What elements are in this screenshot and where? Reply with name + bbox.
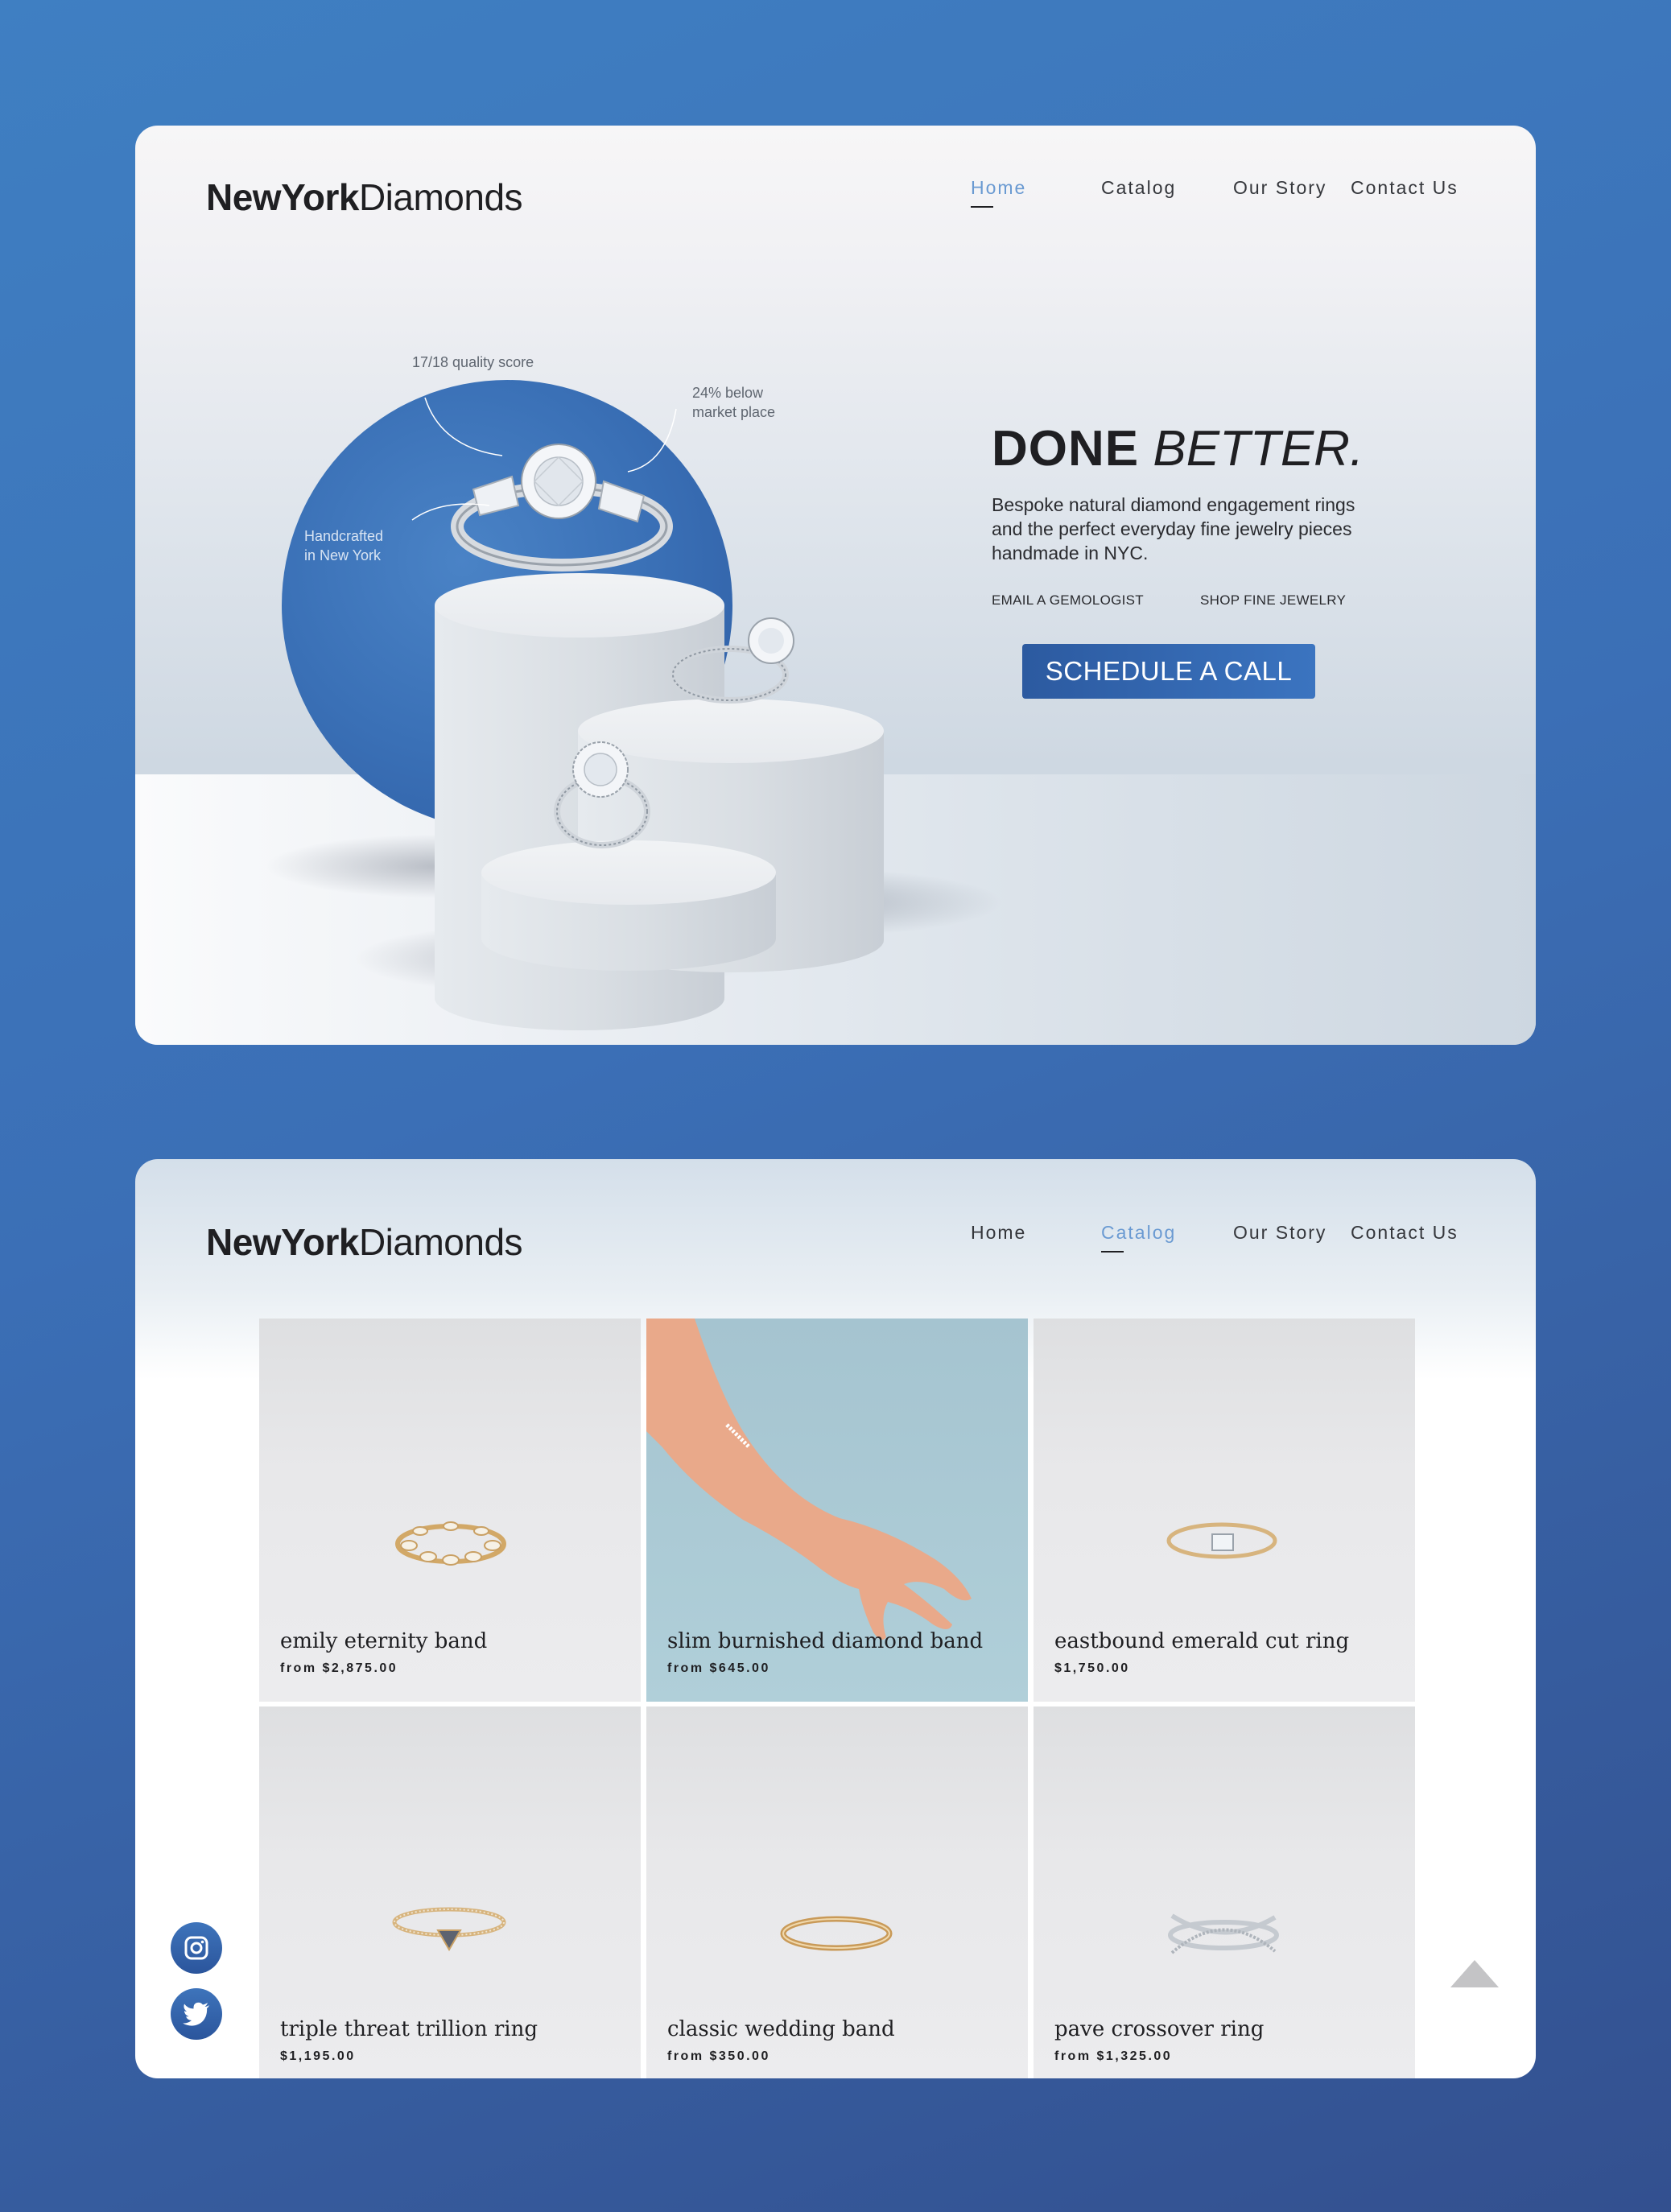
- product-name: eastbound emerald cut ring: [1054, 1629, 1350, 1653]
- headline-italic: BETTER.: [1153, 421, 1364, 477]
- callout-price-line2: market place: [692, 404, 776, 420]
- product-price: $1,195.00: [280, 2049, 356, 2063]
- product-price: from $1,325.00: [1054, 2049, 1173, 2063]
- hero-headline: DONE BETTER.: [992, 420, 1364, 477]
- callout-leader-lines: [411, 397, 677, 521]
- product-price: from $645.00: [667, 1661, 770, 1675]
- catalog-page-card: NewYorkDiamonds Home Catalog Our Story C…: [135, 1159, 1536, 2078]
- callout-price-line1: 24% below: [692, 385, 764, 401]
- product-card-emily-eternity-band[interactable]: emily eternity band from $2,875.00: [259, 1319, 641, 1702]
- brand-name-light: Diamonds: [358, 1221, 523, 1263]
- nav-home[interactable]: Home: [971, 1222, 1026, 1244]
- product-card-eastbound-emerald-cut-ring[interactable]: eastbound emerald cut ring $1,750.00: [1034, 1319, 1415, 1702]
- callout-craft-line2: in New York: [304, 547, 382, 563]
- product-name: pave crossover ring: [1054, 2017, 1265, 2041]
- nav-contact-us[interactable]: Contact Us: [1351, 1222, 1459, 1244]
- email-gemologist-link[interactable]: EMAIL A GEMOLOGIST: [992, 592, 1144, 609]
- nav-our-story[interactable]: Our Story: [1233, 1222, 1326, 1244]
- product-card-slim-burnished-diamond-band[interactable]: slim burnished diamond band from $645.00: [646, 1319, 1028, 1702]
- product-name: classic wedding band: [667, 2017, 895, 2041]
- headline-bold: DONE: [992, 421, 1140, 477]
- product-price: $1,750.00: [1054, 1661, 1130, 1675]
- hero-page-card: NewYorkDiamonds Home Catalog Our Story C…: [135, 126, 1536, 1045]
- product-name: slim burnished diamond band: [667, 1629, 984, 1653]
- brand-logo[interactable]: NewYorkDiamonds: [206, 1220, 523, 1264]
- product-card-pave-crossover-ring[interactable]: pave crossover ring from $1,325.00: [1034, 1706, 1415, 2078]
- product-name: emily eternity band: [280, 1629, 488, 1653]
- brand-name-bold: NewYork: [206, 1221, 359, 1263]
- product-price: from $2,875.00: [280, 1661, 398, 1675]
- schedule-call-button[interactable]: SCHEDULE A CALL: [1022, 644, 1315, 699]
- instagram-icon: [184, 1936, 208, 1960]
- product-card-classic-wedding-band[interactable]: classic wedding band from $350.00: [646, 1706, 1028, 2078]
- nav-catalog[interactable]: Catalog: [1101, 1222, 1176, 1253]
- callout-craft-line1: Handcrafted: [304, 528, 384, 544]
- instagram-button[interactable]: [171, 1922, 222, 1974]
- callout-quality-score: 17/18 quality score: [412, 354, 534, 370]
- twitter-icon: [183, 2002, 209, 2026]
- product-name: triple threat trillion ring: [280, 2017, 538, 2041]
- hero-tagline: Bespoke natural diamond engagement rings…: [992, 494, 1355, 563]
- shop-fine-jewelry-link[interactable]: SHOP FINE JEWELRY: [1200, 592, 1346, 609]
- product-price: from $350.00: [667, 2049, 770, 2063]
- product-grid: emily eternity band from $2,875.00 slim …: [259, 1319, 1415, 2078]
- twitter-button[interactable]: [171, 1988, 222, 2040]
- scroll-to-top-button[interactable]: [1450, 1960, 1499, 1987]
- product-card-triple-threat-trillion-ring[interactable]: triple threat trillion ring $1,195.00: [259, 1706, 641, 2078]
- main-nav: Home Catalog Our Story Contact Us: [835, 1222, 1457, 1254]
